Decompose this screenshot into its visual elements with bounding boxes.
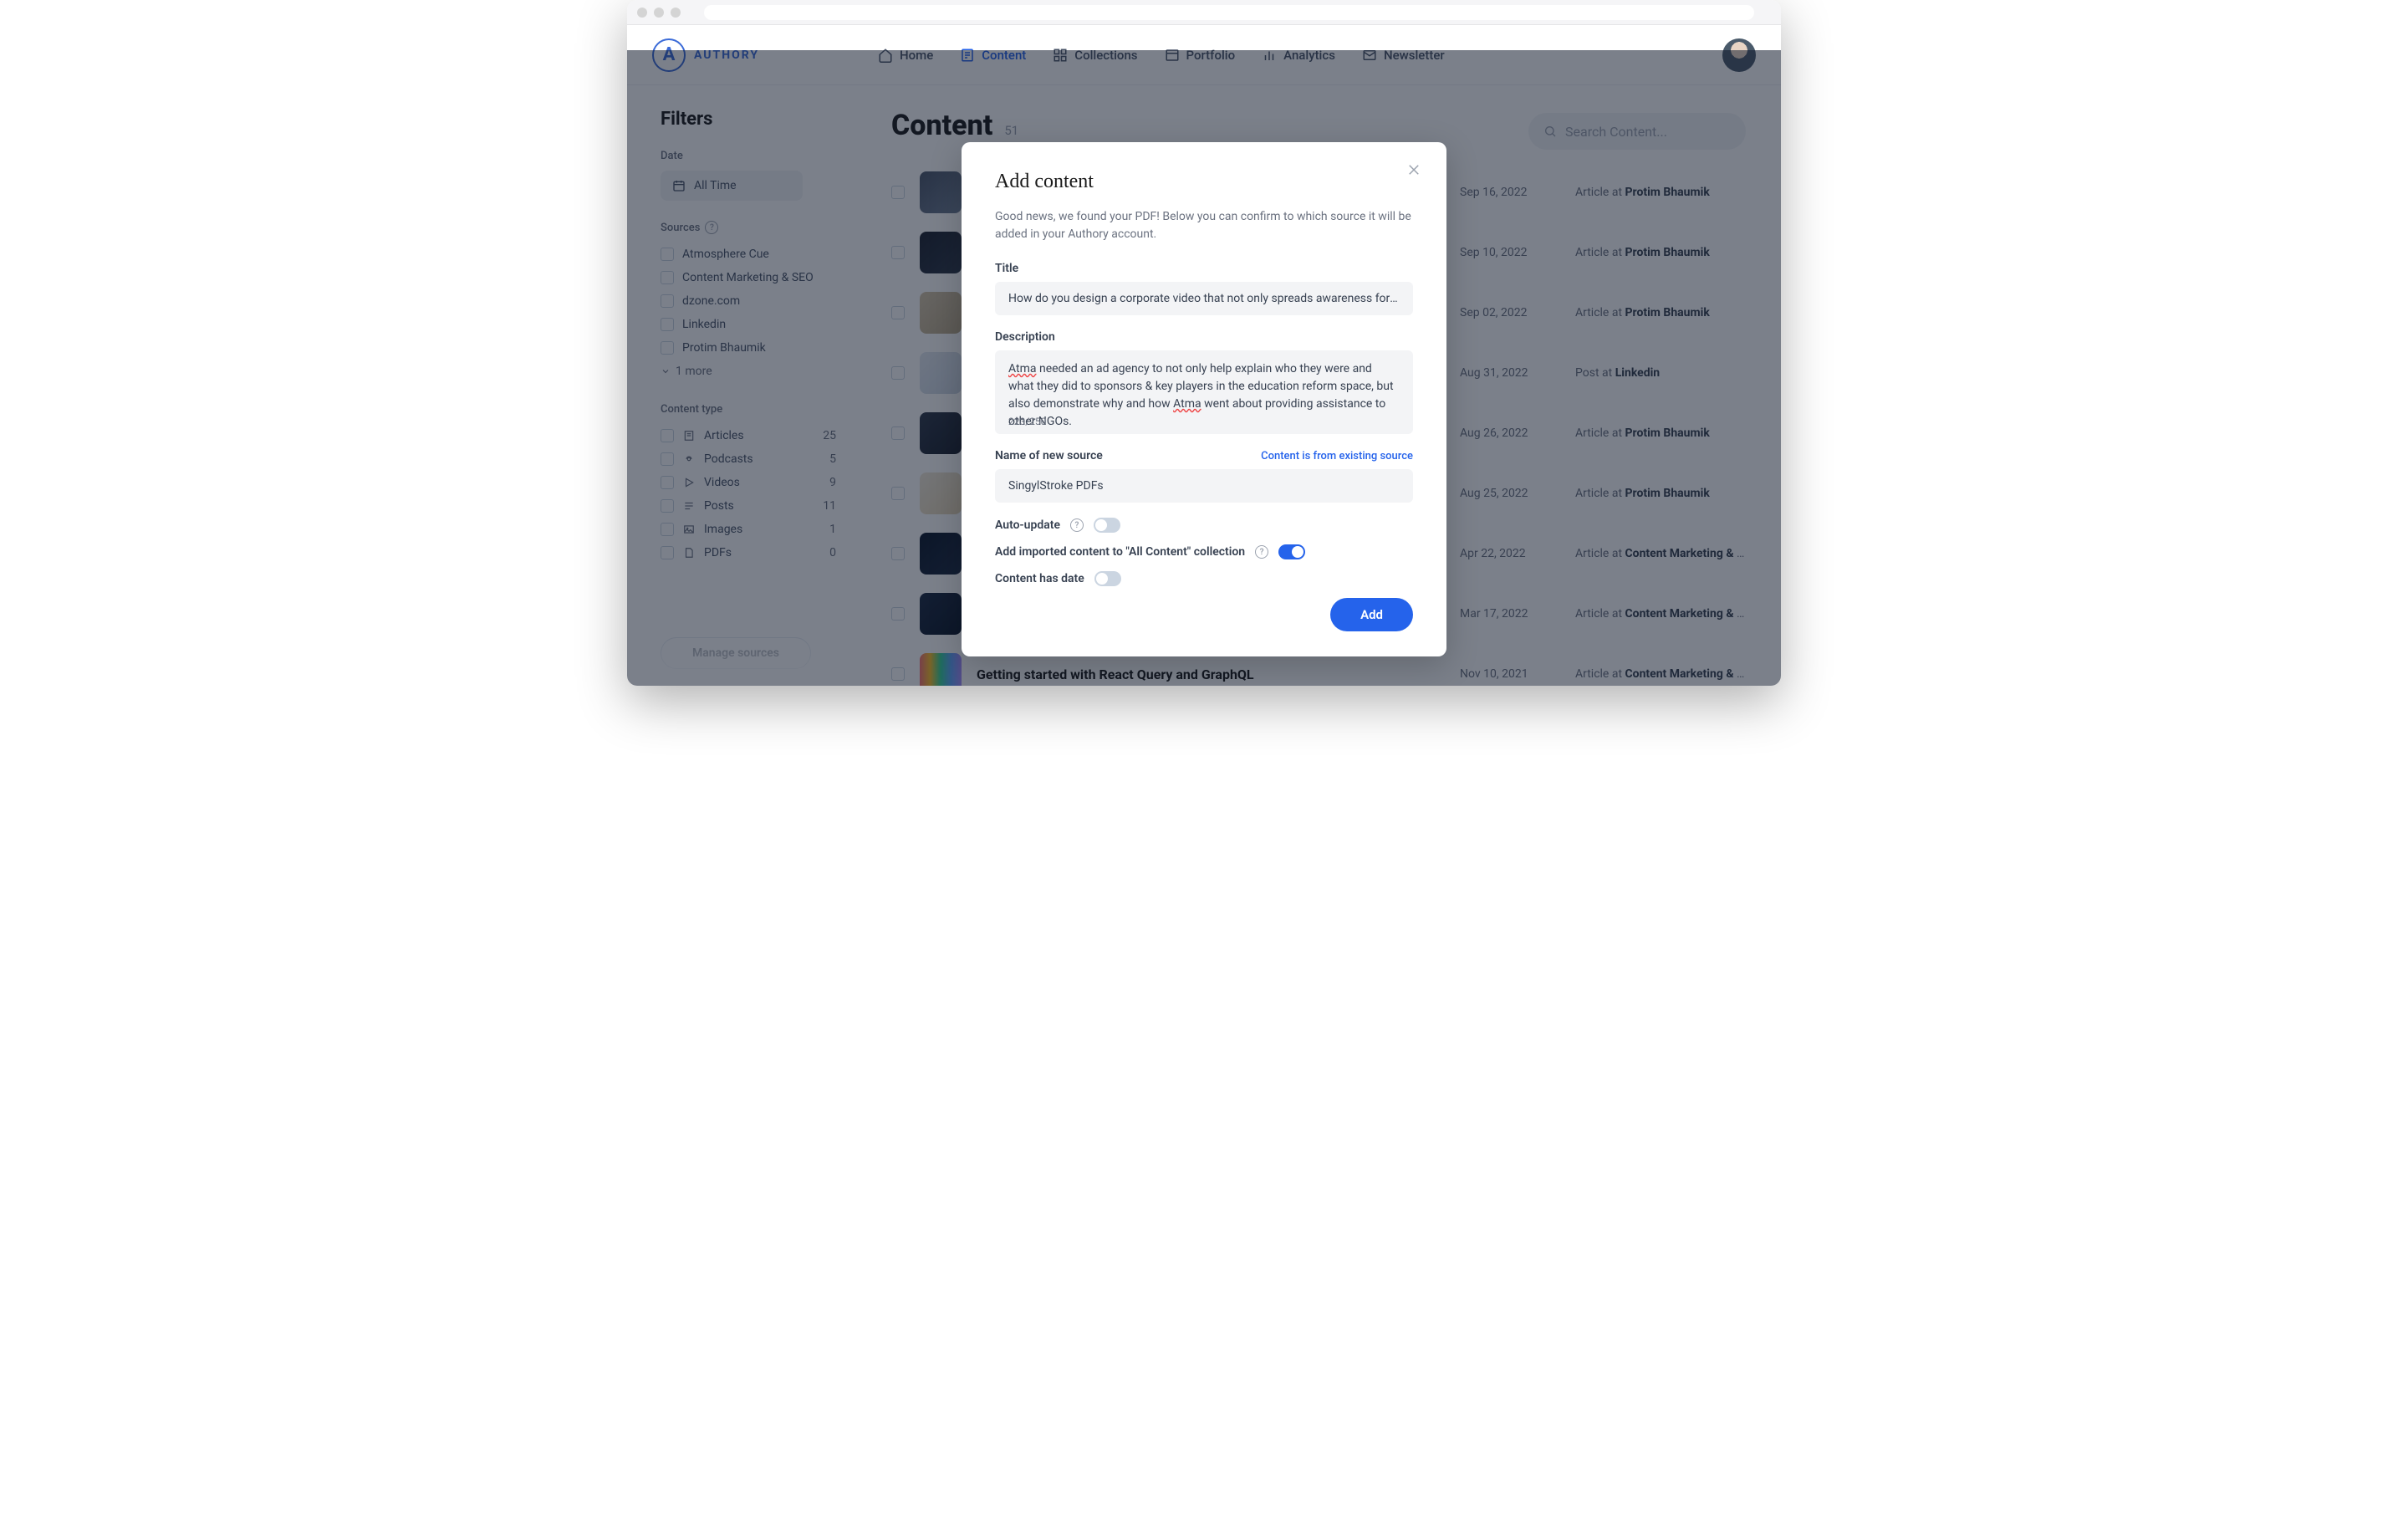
titlebar [627,0,1781,25]
window-dot [654,8,664,18]
add-button[interactable]: Add [1330,598,1413,631]
has-date-toggle[interactable] [1094,571,1121,586]
all-content-label: Add imported content to "All Content" co… [995,545,1245,559]
desc-label: Description [995,330,1413,344]
modal-overlay: Add content Good news, we found your PDF… [627,50,1781,686]
description-input[interactable]: Atma needed an ad agency to not only hel… [1008,360,1400,411]
title-input[interactable] [995,282,1413,315]
window-dot [671,8,681,18]
help-icon[interactable]: ? [1070,518,1084,532]
auto-update-toggle[interactable] [1094,518,1120,533]
modal-intro: Good news, we found your PDF! Below you … [995,208,1413,243]
url-bar [704,5,1754,20]
close-button[interactable] [1406,162,1423,179]
existing-source-link[interactable]: Content is from existing source [1261,450,1413,462]
all-content-toggle[interactable] [1278,544,1305,559]
source-label: Name of new source Content is from exist… [995,449,1413,462]
title-label: Title [995,262,1413,275]
auto-update-label: Auto-update [995,518,1060,532]
modal-title: Add content [995,171,1413,193]
help-icon[interactable]: ? [1255,545,1268,559]
has-date-label: Content has date [995,572,1084,585]
source-input[interactable] [995,469,1413,503]
add-content-modal: Add content Good news, we found your PDF… [962,142,1446,656]
window-dot [637,8,647,18]
